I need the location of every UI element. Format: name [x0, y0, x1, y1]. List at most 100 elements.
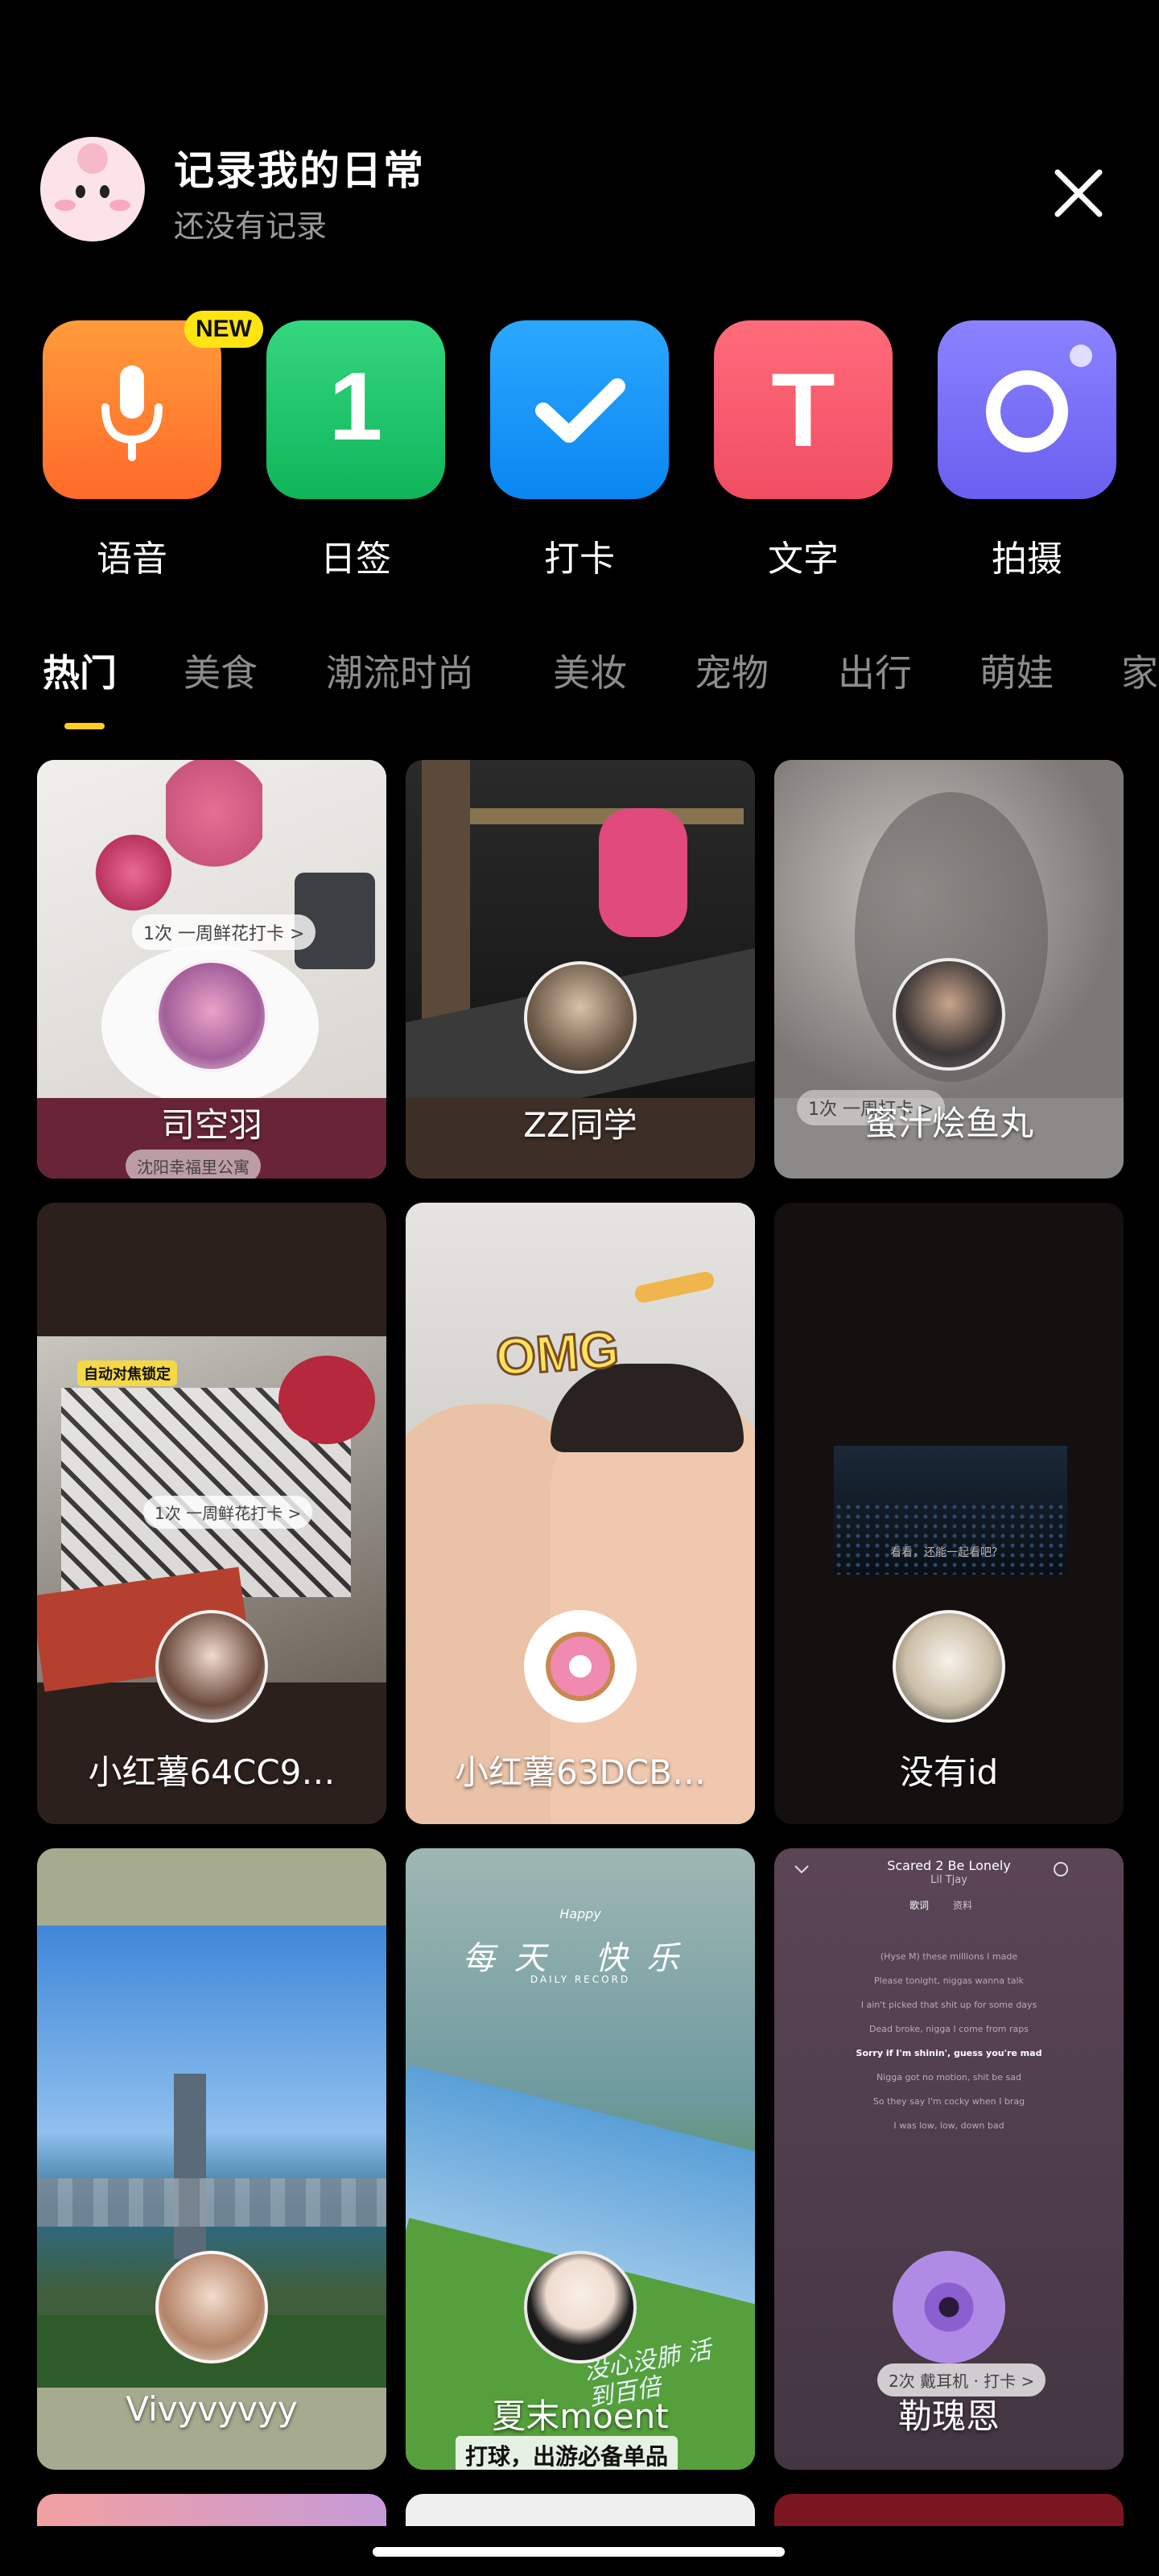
card-avatar: [524, 961, 637, 1074]
preview-caption: 看看，还能一起看吧？: [890, 1546, 1003, 1559]
checkin-chip: 1次 一周鲜花打卡 >: [143, 1496, 313, 1529]
lyrics-block: (Hyse M) these millions I made Please to…: [774, 1945, 1124, 2138]
template-card[interactable]: ZZ同学: [406, 760, 755, 1179]
card-avatar: [524, 1610, 637, 1723]
card-name: Vivyvyvyy: [126, 2389, 298, 2429]
caption-strip: 打球，出游必备单品: [456, 2436, 678, 2470]
song-artist: Lil Tjay: [930, 1874, 967, 1886]
rose-shape: [278, 1356, 375, 1444]
card-name: 小红薯64CC9…: [88, 1752, 336, 1792]
card-avatar: [155, 960, 268, 1072]
tab-lyrics: 歌词: [909, 1900, 930, 1911]
avatar-eye: [100, 185, 109, 198]
page-title: 记录我的日常: [174, 147, 425, 194]
card-name: 勒瑰恩: [897, 2396, 1000, 2436]
skyline: [37, 2178, 386, 2227]
checkmark-icon[interactable]: [490, 320, 669, 499]
template-card[interactable]: Vivyvyvyy: [37, 1848, 386, 2470]
overlay-sub-text: DAILY RECORD: [530, 1974, 631, 1985]
tab-makeup[interactable]: 美妆: [553, 644, 627, 697]
template-card[interactable]: 1次 一周鲜花打卡 > 司空羽 沈阳幸福里公寓: [37, 760, 386, 1179]
omg-sticker: OMG: [493, 1319, 622, 1387]
record-actions: NEW 语音 1 日签 打卡 T 文字 拍摄: [0, 311, 1159, 586]
header: 记录我的日常 还没有记录: [0, 129, 1159, 250]
avatar-ear: [77, 143, 108, 174]
template-card[interactable]: 看看，还能一起看吧？ 没有id: [774, 1203, 1124, 1824]
template-card[interactable]: Happy 每天 快乐 DAILY RECORD 没心没肺 活到百倍 夏末moe…: [406, 1848, 755, 2470]
tab-info: 资料: [953, 1900, 973, 1911]
tab-fashion[interactable]: 潮流时尚: [326, 644, 474, 697]
action-label: 语音: [97, 539, 167, 580]
template-card[interactable]: 1次 一周打卡 > 蜜汁烩鱼丸: [774, 760, 1124, 1179]
donut-icon: [546, 1632, 615, 1701]
card-name: 没有id: [899, 1752, 999, 1792]
card-name: 夏末moent: [492, 2396, 669, 2436]
card-avatar: [893, 2251, 1005, 2363]
card-avatar: [524, 2251, 637, 2363]
lyric-line: Nigga got no motion, shit be sad: [876, 2072, 1021, 2083]
template-card[interactable]: [406, 2494, 755, 2526]
action-label: 文字: [768, 539, 839, 580]
avatar-cheek: [109, 200, 130, 211]
card-name: 蜜汁烩鱼丸: [864, 1104, 1033, 1143]
active-tab-indicator: [64, 723, 105, 729]
close-icon[interactable]: [1046, 161, 1111, 225]
lyric-line: So they say I'm cocky when I brag: [872, 2096, 1025, 2107]
new-badge: NEW: [184, 311, 263, 348]
template-card[interactable]: 自动对焦锁定 1次 一周鲜花打卡 > 小红薯64CC9…: [37, 1203, 386, 1824]
text-icon[interactable]: T: [714, 320, 893, 499]
card-name: 小红薯63DCB…: [455, 1752, 706, 1792]
lyric-line: I ain't picked that shit up for some day…: [860, 2000, 1037, 2010]
calendar-number: 1: [328, 353, 383, 460]
calendar-sign-icon[interactable]: 1: [266, 320, 445, 499]
card-avatar: [155, 1610, 268, 1723]
tower-shape: [174, 2074, 206, 2259]
lyric-line: (Hyse M) these millions I made: [880, 1951, 1018, 1962]
template-card[interactable]: OMG 小红薯63DCB…: [406, 1203, 755, 1824]
flower-shape: [85, 824, 182, 921]
text-glyph: T: [771, 351, 835, 469]
card-avatar: [893, 1610, 1005, 1723]
tab-pets[interactable]: 宠物: [695, 644, 769, 697]
tab-kids[interactable]: 萌娃: [980, 644, 1054, 697]
camera-icon[interactable]: [938, 320, 1116, 499]
home-indicator[interactable]: [373, 2547, 785, 2557]
overlay-small-text: Happy: [559, 1906, 601, 1922]
tab-home[interactable]: 家: [1121, 644, 1158, 697]
tab-food[interactable]: 美食: [184, 644, 258, 697]
page-subtitle: 还没有记录: [174, 208, 328, 244]
action-text[interactable]: T 文字: [714, 320, 893, 581]
action-check-in[interactable]: 打卡: [490, 320, 669, 581]
tab-travel[interactable]: 出行: [838, 644, 912, 697]
avatar-eye: [76, 185, 85, 198]
lyric-line: I was low, low, down bad: [893, 2120, 1004, 2131]
action-label: 日签: [320, 539, 391, 580]
card-name: ZZ同学: [523, 1105, 637, 1145]
card-name: 司空羽: [160, 1105, 262, 1145]
lyric-line: Please tonight, niggas wanna talk: [874, 1975, 1024, 1986]
action-daily-sign[interactable]: 1 日签: [266, 320, 445, 581]
card-avatar: [893, 958, 1005, 1071]
avatar-cheek: [55, 200, 76, 211]
category-tabs: 热门 美食 潮流时尚 美妆 宠物 出行 萌娃 家: [0, 636, 1159, 733]
person-shape: [599, 808, 687, 937]
action-voice[interactable]: NEW 语音: [43, 311, 263, 581]
tab-hot[interactable]: 热门: [43, 644, 117, 697]
microphone-icon[interactable]: [43, 320, 221, 499]
song-title: Scared 2 Be Lonely: [887, 1858, 1011, 1873]
template-card[interactable]: [774, 2494, 1124, 2526]
action-label: 拍摄: [992, 539, 1062, 580]
user-avatar[interactable]: [40, 137, 145, 242]
focus-tag: 自动对焦锁定: [77, 1360, 177, 1386]
lyric-line: Dead broke, nigga I come from raps: [869, 2024, 1029, 2034]
lyric-line: Sorry if I'm shinin', guess you're mad: [856, 2048, 1042, 2058]
overlay-text: 每天 快乐: [462, 1940, 699, 1977]
location-chip: 沈阳幸福里公寓: [126, 1150, 261, 1179]
template-card[interactable]: [37, 2494, 386, 2526]
action-label: 打卡: [544, 539, 615, 580]
checkin-chip: 1次 一周鲜花打卡 >: [132, 914, 316, 950]
template-card[interactable]: Scared 2 Be Lonely Lil Tjay 歌词 资料 (Hyse …: [774, 1848, 1124, 2470]
action-camera[interactable]: 拍摄: [938, 320, 1116, 581]
card-avatar: [155, 2251, 268, 2363]
card-preview: 看看，还能一起看吧？: [834, 1446, 1067, 1575]
